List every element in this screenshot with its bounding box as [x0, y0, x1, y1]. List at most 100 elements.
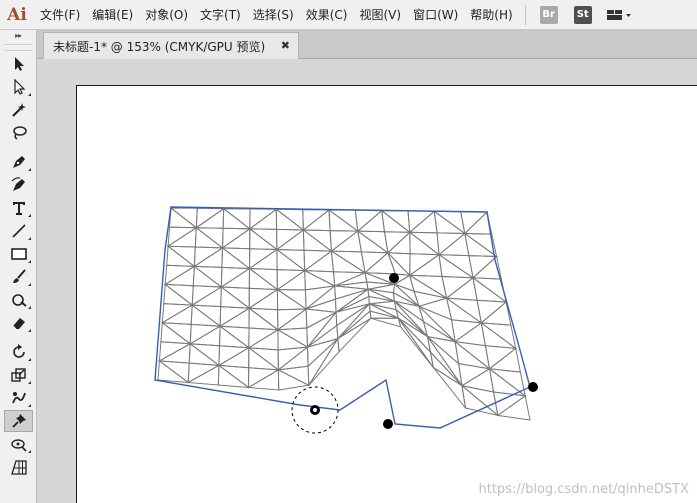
eraser-tool[interactable] — [4, 312, 33, 334]
mesh-triangle — [157, 342, 191, 364]
mesh-triangle — [335, 288, 370, 313]
flyout-indicator — [28, 450, 31, 453]
type-tool[interactable] — [4, 197, 33, 219]
warp-tool[interactable] — [4, 387, 33, 409]
magic-wand-tool[interactable] — [4, 99, 33, 121]
bridge-button[interactable]: Br — [539, 5, 558, 24]
mesh-triangle — [275, 269, 306, 291]
type-t-icon — [12, 202, 25, 215]
mesh-triangle — [221, 246, 252, 270]
pin-bottom[interactable] — [383, 419, 393, 429]
paintbrush-tool[interactable] — [4, 266, 33, 288]
mesh-triangle — [458, 362, 491, 387]
pin-right[interactable] — [528, 382, 538, 392]
mesh-triangle — [461, 384, 499, 416]
mesh-triangle — [413, 290, 447, 307]
mesh-triangle — [275, 229, 305, 251]
menu-effect[interactable]: 效果(C) — [300, 4, 354, 26]
flyout-indicator — [28, 168, 31, 171]
menu-file[interactable]: 文件(F) — [34, 4, 86, 26]
mesh-triangle — [330, 250, 367, 274]
mesh-triangle — [218, 325, 251, 349]
pen-tool[interactable] — [4, 151, 33, 173]
mesh-triangle — [417, 297, 453, 321]
mesh-triangle — [408, 210, 438, 234]
menu-type[interactable]: 文字(T) — [194, 4, 247, 26]
mesh-triangle — [248, 307, 280, 331]
menu-select[interactable]: 选择(S) — [247, 4, 300, 26]
mesh-triangle — [248, 208, 278, 230]
menu-view[interactable]: 视图(V) — [353, 4, 407, 26]
mesh-triangle — [386, 231, 411, 255]
mesh-triangle — [334, 281, 369, 290]
menu-bar: Ai 文件(F) 编辑(E) 对象(O) 文字(T) 选择(S) 效果(C) 视… — [0, 0, 697, 30]
tools-collapse-button[interactable]: ▸▸ — [0, 30, 36, 42]
mesh-triangle — [188, 325, 221, 347]
menu-object[interactable]: 对象(O) — [139, 4, 194, 26]
shaper-icon — [11, 294, 27, 307]
menu-separator — [524, 4, 526, 25]
mesh-triangle — [356, 209, 386, 233]
rectangle-icon — [10, 248, 27, 260]
tools-panel-grip[interactable] — [4, 44, 32, 51]
puppet-warp-tool[interactable] — [4, 410, 33, 432]
mesh-triangle — [217, 364, 251, 389]
close-tab-button[interactable]: ✖ — [281, 39, 290, 52]
eraser-icon — [12, 318, 25, 330]
line-segment-tool[interactable] — [4, 220, 33, 242]
free-transform-tool[interactable] — [4, 433, 33, 455]
mesh-triangles — [157, 207, 531, 421]
stock-button[interactable]: St — [573, 5, 592, 24]
flyout-indicator — [28, 358, 31, 361]
mesh-triangle — [337, 317, 372, 353]
rotate-tool[interactable] — [4, 341, 33, 363]
mesh-triangle — [220, 286, 251, 309]
app-logo[interactable]: Ai — [0, 0, 34, 30]
menu-edit[interactable]: 编辑(E) — [86, 4, 139, 26]
magic-wand-icon — [11, 103, 26, 117]
mesh-triangle — [302, 228, 333, 252]
canvas-area[interactable]: https://blog.csdn.net/qinheDSTX — [37, 59, 697, 503]
mesh-triangle — [488, 347, 522, 373]
workspace-switcher-button[interactable] — [606, 8, 632, 22]
perspective-grid-tool[interactable] — [4, 456, 33, 478]
document-tab-title: 未标题-1* @ 153% (CMYK/GPU 预览) — [53, 39, 266, 54]
flyout-indicator — [28, 306, 31, 309]
direct-selection-tool[interactable] — [4, 76, 33, 98]
puppet-warp-pin-icon — [11, 414, 26, 428]
menu-window[interactable]: 窗口(W) — [407, 4, 464, 26]
mesh-triangle — [219, 267, 251, 289]
mesh-triangle — [307, 310, 338, 348]
selection-tool[interactable] — [4, 53, 33, 75]
free-transform-icon — [10, 439, 27, 452]
flyout-indicator — [28, 260, 31, 263]
mesh-triangle — [248, 346, 281, 371]
lasso-tool[interactable] — [4, 122, 33, 144]
mesh-triangle — [441, 275, 475, 299]
flyout-indicator — [28, 283, 31, 286]
pen-nib-icon — [12, 156, 25, 168]
mesh-triangle — [480, 301, 512, 326]
mesh-triangle — [460, 211, 489, 235]
curvature-tool[interactable] — [4, 174, 33, 196]
mesh-triangle — [248, 267, 279, 291]
mesh-triangle — [301, 209, 331, 232]
mesh-triangle — [247, 288, 279, 311]
tools-panel: ▸▸ — [0, 30, 37, 503]
flyout-indicator — [28, 329, 31, 332]
mesh-triangle — [186, 364, 220, 386]
perspective-grid-icon — [10, 460, 27, 475]
pin-upper[interactable] — [389, 273, 399, 283]
mesh-triangle — [277, 328, 310, 351]
mesh-triangle — [427, 336, 463, 387]
scale-tool[interactable] — [4, 364, 33, 386]
menu-help[interactable]: 帮助(H) — [464, 4, 518, 26]
rectangle-tool[interactable] — [4, 243, 33, 265]
document-tab[interactable]: 未标题-1* @ 153% (CMYK/GPU 预览) ✖ — [43, 32, 299, 59]
mesh-triangle — [194, 207, 225, 229]
mesh-triangle — [190, 304, 222, 327]
puppet-warp-mesh[interactable] — [37, 59, 697, 503]
lasso-icon — [12, 126, 27, 140]
shaper-tool[interactable] — [4, 289, 33, 311]
mesh-triangle — [276, 248, 307, 272]
